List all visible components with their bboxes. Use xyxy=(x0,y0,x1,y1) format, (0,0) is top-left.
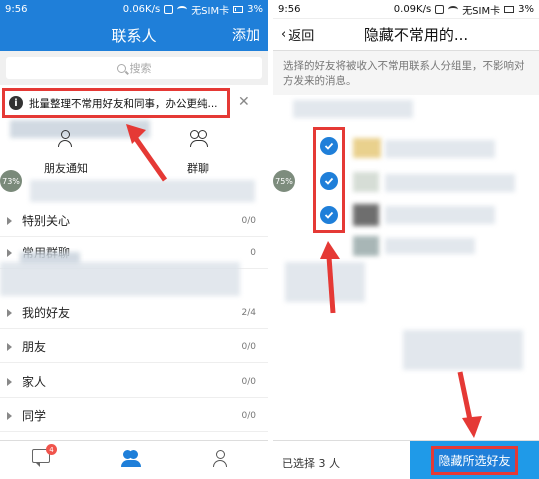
expand-arrow-icon xyxy=(7,377,12,386)
bottom-nav: 4 xyxy=(0,440,268,479)
group-count: 0/0 xyxy=(241,376,256,387)
contacts-tab-icon[interactable] xyxy=(120,450,142,468)
floating-percent-badge[interactable]: 75% xyxy=(273,170,295,192)
friend-notify-label[interactable]: 朋友通知 xyxy=(44,160,88,176)
selection-footer: 已选择 3 人 隐藏所选好友 xyxy=(273,440,539,479)
blurred-content xyxy=(10,120,150,138)
search-input[interactable]: 搜索 xyxy=(6,57,262,79)
group-name: 家人 xyxy=(22,375,47,389)
group-name: 我的好友 xyxy=(22,306,71,320)
battery-level: 3% xyxy=(247,4,263,15)
sim-icon xyxy=(435,4,445,14)
hide-header: ‹ 返回 隐藏不常用的... xyxy=(273,19,539,51)
wifi-icon xyxy=(448,5,459,13)
expand-arrow-icon xyxy=(7,411,12,420)
floating-percent-badge[interactable]: 73% xyxy=(0,170,22,192)
blurred-avatar xyxy=(353,204,379,226)
group-row[interactable]: 我的好友 2/4 xyxy=(0,297,268,329)
page-title: 隐藏不常用的... xyxy=(363,26,469,44)
group-count: 2/4 xyxy=(241,307,256,318)
group-name: 同学 xyxy=(22,409,47,423)
contacts-header: 联系人 添加 xyxy=(0,19,268,51)
battery-level: 3% xyxy=(518,3,534,15)
carrier-label: 无SIM卡 xyxy=(462,5,501,17)
blurred-name xyxy=(385,174,515,192)
message-badge: 4 xyxy=(46,444,57,455)
group-row[interactable]: 家人 0/0 xyxy=(0,366,268,398)
blurred-avatar xyxy=(353,236,379,256)
group-name: 朋友 xyxy=(22,340,47,354)
hide-selected-label[interactable]: 隐藏所选好友 xyxy=(431,446,518,475)
expand-arrow-icon xyxy=(7,216,12,225)
search-bar: 搜索 xyxy=(0,51,268,85)
batch-organize-notice[interactable]: i 批量整理不常用好友和同事，办公更纯... xyxy=(2,88,230,118)
blurred-content xyxy=(403,330,523,370)
group-chat-icon[interactable] xyxy=(188,130,210,148)
blurred-content xyxy=(293,100,413,118)
blurred-content xyxy=(30,180,255,202)
group-count: 0/0 xyxy=(241,341,256,352)
group-count: 0 xyxy=(250,247,256,258)
friend-notify-icon[interactable] xyxy=(55,130,77,148)
group-row[interactable]: 同学 0/0 xyxy=(0,400,268,432)
group-count: 0/0 xyxy=(241,215,256,226)
status-time: 9:56 xyxy=(278,3,301,15)
close-icon[interactable]: ✕ xyxy=(238,94,250,110)
group-name: 特别关心 xyxy=(22,214,71,228)
back-button[interactable]: ‹ 返回 xyxy=(281,25,314,44)
network-speed: 0.06K/s xyxy=(122,4,161,15)
blurred-content xyxy=(0,262,240,296)
status-time: 9:56 xyxy=(5,4,28,15)
chevron-left-icon: ‹ xyxy=(281,27,287,42)
battery-icon xyxy=(233,6,244,13)
expand-arrow-icon xyxy=(7,248,12,257)
group-count: 0/0 xyxy=(241,410,256,421)
blurred-avatar xyxy=(353,138,381,158)
page-title: 联系人 xyxy=(111,26,157,45)
blurred-avatar xyxy=(353,172,379,192)
add-button[interactable]: 添加 xyxy=(232,25,260,45)
blurred-name xyxy=(385,140,495,158)
status-bar: 9:56 0.09K/s 无SIM卡 3% xyxy=(273,0,539,19)
carrier-label: 无SIM卡 xyxy=(191,6,230,17)
group-row[interactable]: 特别关心 0/0 xyxy=(0,205,268,237)
search-icon xyxy=(116,63,126,73)
expand-arrow-icon xyxy=(7,308,12,317)
expand-arrow-icon xyxy=(7,342,12,351)
network-speed: 0.09K/s xyxy=(393,3,432,15)
group-chat-label[interactable]: 群聊 xyxy=(187,160,209,176)
blurred-name xyxy=(385,206,495,224)
hide-contacts-screen: 9:56 0.09K/s 无SIM卡 3% ‹ 返回 隐藏不常用的... 选择的… xyxy=(273,0,539,479)
hide-selected-button[interactable]: 隐藏所选好友 xyxy=(410,441,539,479)
profile-tab-icon[interactable] xyxy=(212,450,234,468)
group-row[interactable]: 朋友 0/0 xyxy=(0,331,268,363)
wifi-icon xyxy=(177,6,188,13)
info-icon: i xyxy=(9,96,23,110)
search-placeholder: 搜索 xyxy=(129,62,152,75)
status-bar: 9:56 0.06K/s 无SIM卡 3% xyxy=(0,0,268,19)
back-label: 返回 xyxy=(288,29,315,44)
blurred-name xyxy=(385,238,475,254)
hide-description: 选择的好友将被收入不常用联系人分组里，不影响对方发来的消息。 xyxy=(273,51,539,95)
selected-count: 已选择 3 人 xyxy=(282,457,340,470)
battery-icon xyxy=(504,5,515,13)
checkbox-highlight-frame xyxy=(313,127,345,233)
notice-text: 批量整理不常用好友和同事，办公更纯... xyxy=(29,97,218,110)
sim-icon xyxy=(164,5,174,14)
blurred-content xyxy=(285,262,365,302)
contacts-screen: 9:56 0.06K/s 无SIM卡 3% 联系人 添加 搜索 朋友通知 群聊 … xyxy=(0,0,268,479)
